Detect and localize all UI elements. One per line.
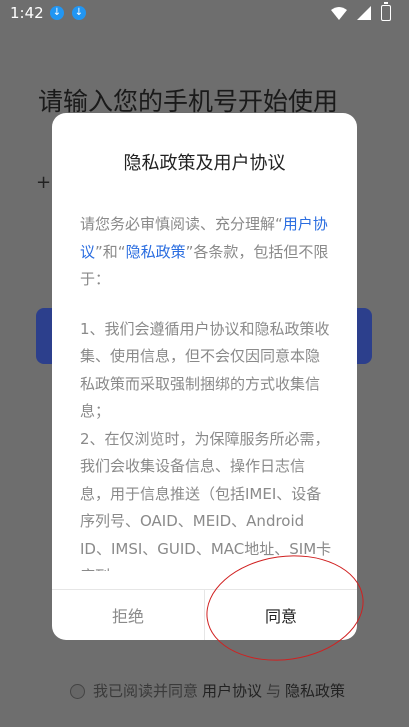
battery-icon	[381, 2, 391, 21]
privacy-policy-link[interactable]: 隐私政策	[126, 243, 186, 261]
intro-text: 请您务必审慎阅读、充分理解“	[80, 215, 283, 233]
reject-button[interactable]: 拒绝	[52, 590, 204, 640]
dialog-title: 隐私政策及用户协议	[123, 153, 286, 174]
privacy-policy-link[interactable]: 隐私政策	[285, 680, 345, 701]
agreement-text: 我已阅读并同意	[93, 682, 199, 700]
download-icon: ↓	[72, 6, 86, 20]
download-icon: ↓	[50, 6, 64, 20]
signal-icon	[357, 6, 371, 20]
wifi-icon	[331, 7, 347, 20]
policy-item: 1、我们会遵循用户协议和隐私政策收集、使用信息，但不会仅因同意本隐私政策而采取强…	[80, 319, 330, 421]
status-bar: 1:42 ↓ ↓	[0, 0, 409, 28]
status-time: 1:42	[10, 4, 44, 22]
checkbox-icon[interactable]	[70, 684, 85, 699]
agreement-connector: 与	[266, 682, 282, 700]
policy-item: 2、在仅浏览时，为保障服务所必需，我们会收集设备信息、操作日志信息，用于信息推送…	[80, 429, 332, 572]
intro-text: ”和“	[95, 242, 126, 261]
intro-paragraph: 请您务必审慎阅读、充分理解“用户协议”和“隐私政策”各条款，包括但不限于：	[80, 211, 332, 294]
user-agreement-link[interactable]: 用户协议	[202, 680, 262, 701]
login-button-edge[interactable]	[36, 308, 52, 364]
agreement-row: 我已阅读并同意 用户协议与隐私政策	[70, 680, 345, 701]
login-button-edge[interactable]	[356, 308, 372, 364]
dialog-body[interactable]: 请您务必审慎阅读、充分理解“用户协议”和“隐私政策”各条款，包括但不限于： 1、…	[80, 211, 332, 571]
